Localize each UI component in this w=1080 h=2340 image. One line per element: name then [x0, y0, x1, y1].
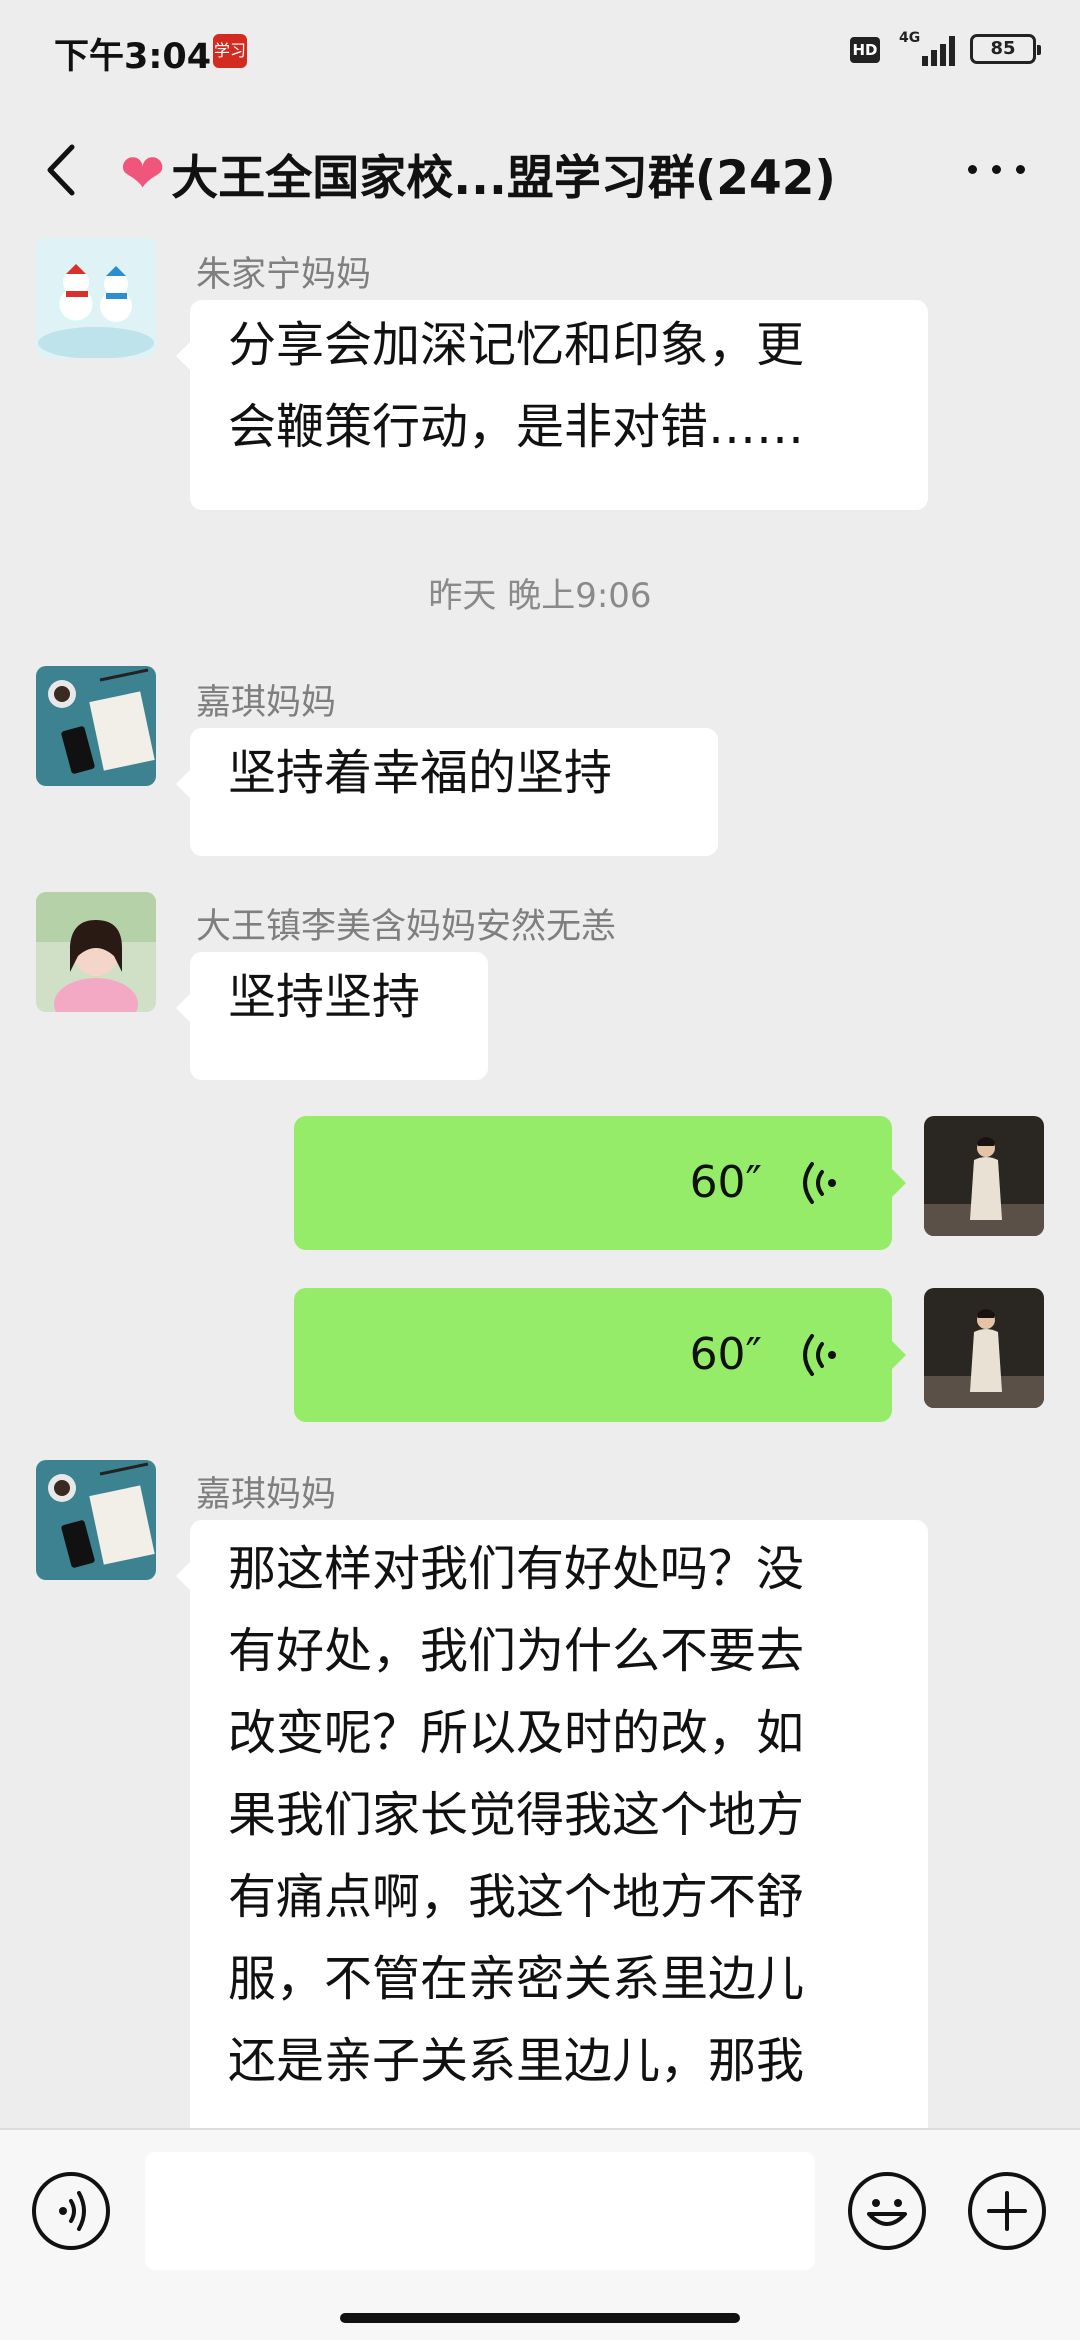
input-bar: [0, 2128, 1080, 2340]
voice-message-bubble[interactable]: 60″: [294, 1288, 906, 1422]
message-bubble[interactable]: 坚持着幸福的坚持: [176, 728, 718, 856]
message-line: 有好处，我们为什么不要去: [228, 1623, 805, 1679]
avatar[interactable]: [36, 1460, 156, 1580]
message-line: 坚持坚持: [228, 969, 421, 1025]
message-line: 改变呢？所以及时的改，如: [228, 1705, 805, 1761]
desk-avatar-image: [36, 1460, 156, 1580]
message-bubble[interactable]: 那这样对我们有好处吗？没 有好处，我们为什么不要去 改变呢？所以及时的改，如 果…: [176, 1520, 928, 2160]
home-indicator: [340, 2313, 740, 2323]
status-time: 下午3:04: [54, 37, 212, 77]
message-bubble[interactable]: 分享会加深记忆和印象，更 会鞭策行动，是非对错……: [176, 300, 928, 510]
message-line: 坚持着幸福的坚持: [228, 745, 613, 801]
avatar[interactable]: [36, 238, 156, 358]
avatar[interactable]: [36, 892, 156, 1012]
voice-wave-icon: [803, 1334, 836, 1376]
voice-input-button[interactable]: [32, 2172, 110, 2250]
battery-icon: 85: [970, 34, 1041, 64]
heart-icon: ❤: [120, 141, 166, 205]
sender-name: 朱家宁妈妈: [196, 255, 372, 295]
more-functions-button[interactable]: [968, 2172, 1046, 2250]
my-avatar[interactable]: [924, 1116, 1044, 1236]
app-notification-icon: 学习: [213, 34, 247, 68]
message-line: 会鞭策行动，是非对错……: [228, 399, 805, 455]
chat-title: ❤ 大王全国家校...盟学习群(242): [120, 139, 836, 208]
person-avatar-image: [924, 1288, 1044, 1408]
voice-wave-icon: [803, 1162, 836, 1204]
more-options-button[interactable]: [962, 153, 1032, 183]
chevron-left-icon: [47, 144, 75, 196]
my-avatar[interactable]: [924, 1288, 1044, 1408]
girl-avatar-image: [36, 892, 156, 1012]
snowman-avatar-image: [36, 238, 156, 358]
voice-duration: 60″: [689, 1329, 762, 1380]
signal-icon: [916, 34, 958, 66]
desk-avatar-image: [36, 666, 156, 786]
emoji-button[interactable]: [848, 2172, 926, 2250]
sender-name: 嘉琪妈妈: [196, 1475, 337, 1515]
chat-header: ❤ 大王全国家校...盟学习群(242): [0, 105, 1080, 235]
back-button[interactable]: [42, 143, 82, 197]
message-line: 还是亲子关系里边儿，那我: [228, 2033, 805, 2089]
message-line: 分享会加深记忆和印象，更: [228, 317, 805, 373]
voice-duration: 60″: [689, 1157, 762, 1208]
message-input[interactable]: [145, 2152, 815, 2270]
message-line: 那这样对我们有好处吗？没: [228, 1541, 805, 1597]
sender-name: 嘉琪妈妈: [196, 683, 337, 723]
person-avatar-image: [924, 1116, 1044, 1236]
voice-message-bubble[interactable]: 60″: [294, 1116, 906, 1250]
message-timestamp: 昨天 晚上9:06: [428, 576, 652, 616]
message-line: 有痛点啊，我这个地方不舒: [228, 1869, 805, 1925]
hd-icon: HD: [850, 37, 880, 63]
smiley-icon: [867, 2199, 907, 2226]
message-line: 服，不管在亲密关系里边儿: [228, 1951, 805, 2007]
avatar[interactable]: [36, 666, 156, 786]
plus-icon: [987, 2191, 1027, 2231]
chat-title-text: 大王全国家校...盟学习群(242): [171, 151, 836, 206]
status-bar: 下午3:04 学习 HD 4G 85: [0, 0, 1080, 105]
voice-icon: [59, 2191, 86, 2231]
sender-name: 大王镇李美含妈妈安然无恙: [196, 907, 617, 947]
message-bubble[interactable]: 坚持坚持: [176, 952, 488, 1080]
message-line: 果我们家长觉得我这个地方: [228, 1787, 805, 1843]
